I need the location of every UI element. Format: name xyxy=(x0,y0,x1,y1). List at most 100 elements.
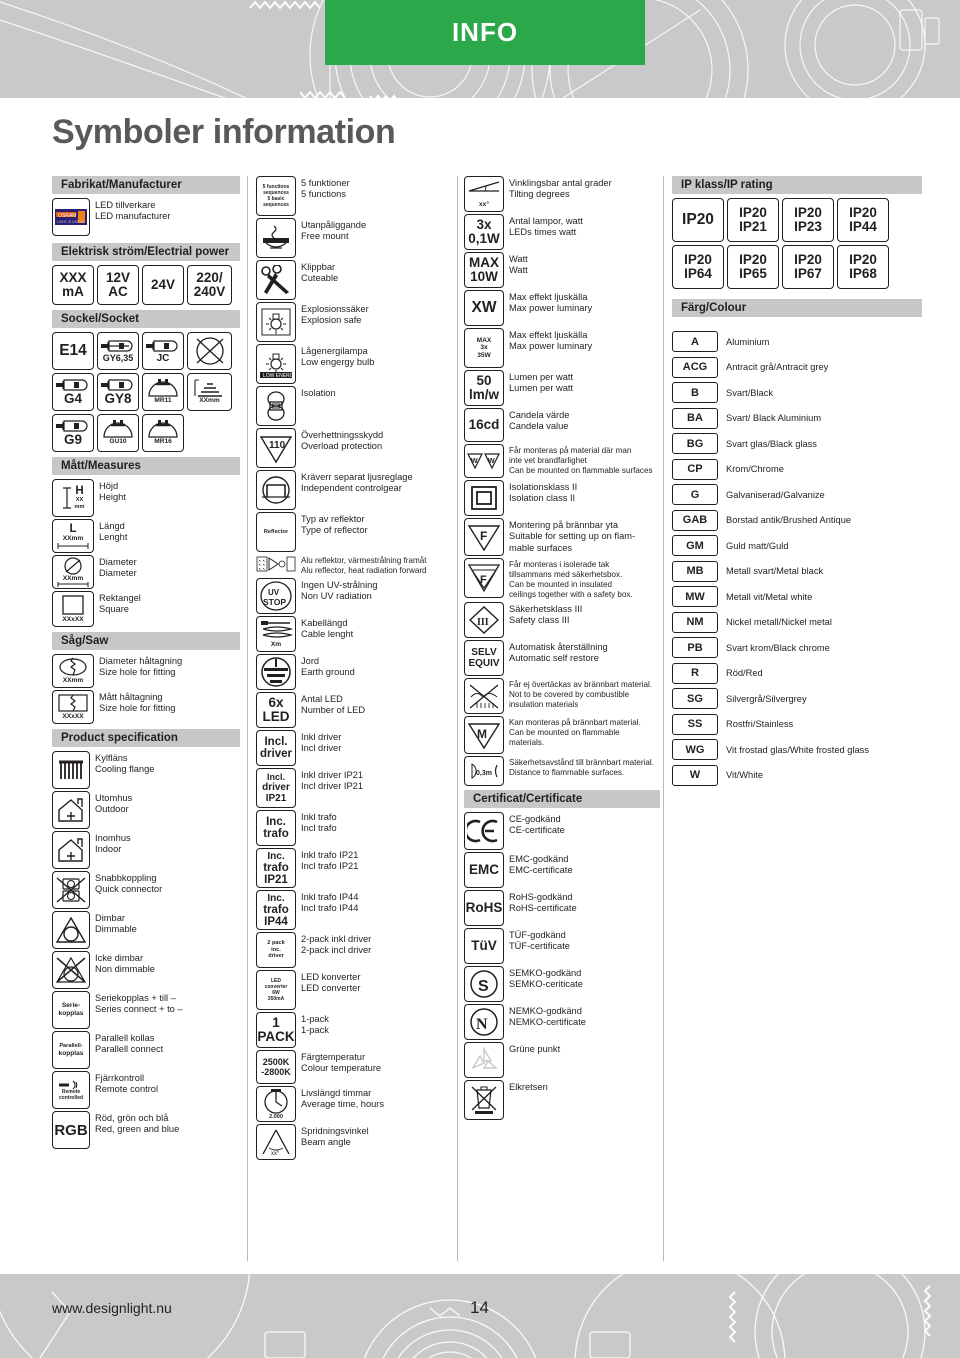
list-item: Isolationsklass II Isolation class II xyxy=(464,480,660,516)
independent-controlgear-icon xyxy=(256,470,296,510)
socket-none xyxy=(187,332,232,370)
column-divider-1 xyxy=(247,176,248,1261)
list-item: 5 functions sequences 5 basic sequences … xyxy=(256,176,452,216)
indoor-icon xyxy=(52,831,90,869)
list-item: OSRAM LIGHT IS OSRAM LED tillverkare LED… xyxy=(52,198,240,236)
max-power-xw-icon: XW xyxy=(464,290,504,326)
list-item-text: Explosionssäker Explosion safe xyxy=(301,304,369,326)
list-item-text: Max effekt ljuskälla Max power luminary xyxy=(509,292,593,314)
socket-mr16: MR16 xyxy=(142,414,184,452)
list-item-text: Höjd Height xyxy=(99,481,126,503)
list-item-text: Antal LED Number of LED xyxy=(301,694,366,716)
colour-label-gm: Guld matt/Guld xyxy=(726,540,789,551)
incl-trafo-ip21-icon: Inc. trafo IP21 xyxy=(256,848,296,888)
tilting-degrees-icon: xx° xyxy=(464,176,504,212)
list-item: Xm Kabellängd Cable lenght xyxy=(256,616,452,652)
colour-row-g: G Galvaniserad/Galvanize xyxy=(672,484,922,505)
max-watt-icon: MAX 10W xyxy=(464,252,504,288)
section-manufacturer: Fabrikat/Manufacturer xyxy=(52,176,240,194)
list-item: F Får monteras i isolerade tak tillsamma… xyxy=(464,558,660,600)
colour-code-ba: BA xyxy=(672,407,718,429)
colour-label-cp: Krom/Chrome xyxy=(726,464,784,474)
series-connect-icon: Serie- kopplas xyxy=(52,991,90,1029)
list-item: Explosionssäker Explosion safe xyxy=(256,302,452,342)
svg-text:110: 110 xyxy=(269,440,286,451)
svg-text:III: III xyxy=(477,617,489,628)
average-lifetime-icon: 2.000 xyxy=(256,1086,296,1122)
socket-gy635: GY6,35 xyxy=(97,332,139,370)
f-insulated-ceiling-icon: F xyxy=(464,558,504,598)
list-item: LOW ENERGY LågenergilampaLow engergy bul… xyxy=(256,344,452,384)
svg-text:F: F xyxy=(480,574,487,586)
list-item: Alu reflektor, värmestrålning framåt Alu … xyxy=(256,554,452,576)
no-cover-insulation-icon xyxy=(464,678,504,714)
socket-g4: G4 xyxy=(52,373,94,411)
list-item-text: Kabellängd Cable lenght xyxy=(301,618,354,640)
flammable-unknown-icon: WW xyxy=(464,444,504,478)
power-badges: XXX mA 12V AC 24V 220/ 240V xyxy=(52,265,240,305)
svg-text:xx°: xx° xyxy=(271,1151,280,1157)
list-item-text: Lumen per watt Lumen per watt xyxy=(509,372,574,394)
page-title: Symboler information xyxy=(52,113,396,151)
colour-row-nm: NM Nickel metall/Nickel metal xyxy=(672,611,922,633)
svg-text:LOW ENERGY: LOW ENERGY xyxy=(263,373,292,378)
list-item: H XX mm Höjd Height xyxy=(52,479,240,517)
number-of-led-icon: 6x LED xyxy=(256,692,296,728)
colour-label-r: Röd/Red xyxy=(726,668,763,678)
colour-row-pb: PB Svart krom/Black chrome xyxy=(672,637,922,658)
colour-code-r: R xyxy=(672,662,718,684)
list-item: M Kan monteras på brännbart material. Ca… xyxy=(464,716,660,754)
section-product-spec: Product specification xyxy=(52,729,240,747)
colour-label-wg: Vit frostad glas/White frosted glass xyxy=(726,744,869,755)
list-item-text: Överhettningsskydd Overload protection xyxy=(301,430,384,452)
list-item: Serie- kopplas Seriekopplas + till – Ser… xyxy=(52,991,240,1029)
cooling-flange-icon xyxy=(52,751,90,789)
list-item: Inc. trafo IP44 Inkl trafo IP44 Incl traf… xyxy=(256,890,452,930)
list-item: MAX 3x 35W Max effekt ljuskälla Max power… xyxy=(464,328,660,368)
rohs-mark-icon: RoHS xyxy=(464,890,504,926)
incl-trafo-icon: Inc. trafo xyxy=(256,810,296,846)
alu-reflector-icon xyxy=(256,554,296,574)
list-item-text: Isolation xyxy=(301,388,336,398)
list-item-text: Icke dimbar Non dimmable xyxy=(95,953,155,975)
list-item-text: Kan monteras på brännbart material. Can … xyxy=(509,718,641,747)
max-power-3x35w-icon: MAX 3x 35W xyxy=(464,328,504,368)
list-item: Incl. driver Inkl driver Incl driver xyxy=(256,730,452,766)
site-url: www.designlight.nu xyxy=(52,1300,172,1316)
column-two: 5 functions sequences 5 basic sequences … xyxy=(256,176,452,1162)
list-item-text: Rektangel Square xyxy=(99,593,141,615)
nemko-mark-icon: N xyxy=(464,1004,504,1040)
colour-label-sg: Silvergrå/Silvergrey xyxy=(726,693,807,704)
socket-e14: E14 xyxy=(52,332,94,370)
ip65-badge: IP20 IP65 xyxy=(727,245,779,289)
list-item-text: Fjärrkontroll Remote control xyxy=(95,1073,159,1095)
list-item-text: Inkl trafo IP21 Incl trafo IP21 xyxy=(301,850,359,872)
colour-code-mw: MW xyxy=(672,586,718,607)
colour-code-gm: GM xyxy=(672,535,718,556)
list-item: Grüne punkt xyxy=(464,1042,660,1078)
parallel-connect-icon: Parallell- kopplas xyxy=(52,1031,90,1069)
section-colour: Färg/Colour xyxy=(672,299,922,317)
list-item-text: Livslängd timmar Average time, hours xyxy=(301,1088,385,1110)
list-item: XXxXX Rektangel Square xyxy=(52,591,240,627)
list-item-text: CE-godkänd CE-certificate xyxy=(509,814,565,836)
lumen-per-watt-icon: 50 lm/w xyxy=(464,370,504,406)
colour-label-b: Svart/Black xyxy=(726,387,774,398)
colour-row-ss: SS Rostfri/Stainless xyxy=(672,713,922,735)
list-item-text: Candela värde Candela value xyxy=(509,410,570,432)
list-item: Incl. driver IP21 Inkl driver IP21 Incl d… xyxy=(256,768,452,808)
list-item-text: Watt Watt xyxy=(509,254,528,276)
section-electrical-power: Elektrisk ström/Electrial power xyxy=(52,243,240,261)
list-item-text: Typ av reflektor Type of reflector xyxy=(301,514,368,536)
colour-row-r: R Röd/Red xyxy=(672,662,922,684)
colour-label-nm: Nickel metall/Nickel metal xyxy=(726,617,832,627)
dimmable-icon xyxy=(52,911,90,949)
svg-text:N: N xyxy=(476,1016,488,1033)
list-item: xx° Vinklingsbar antal grader Tilting deg… xyxy=(464,176,660,212)
list-item: 2.000 Livslängd timmar Average time, hour… xyxy=(256,1086,452,1122)
list-item-text: Utomhus Outdoor xyxy=(95,793,133,815)
list-item-text: Inkl driver Incl driver xyxy=(301,732,342,754)
list-item-text: Spridningsvinkel Beam angle xyxy=(301,1126,369,1148)
section-saw: Såg/Saw xyxy=(52,632,240,650)
list-item-text: SEMKO-godkänd SEMKO-ceriticate xyxy=(509,968,583,990)
